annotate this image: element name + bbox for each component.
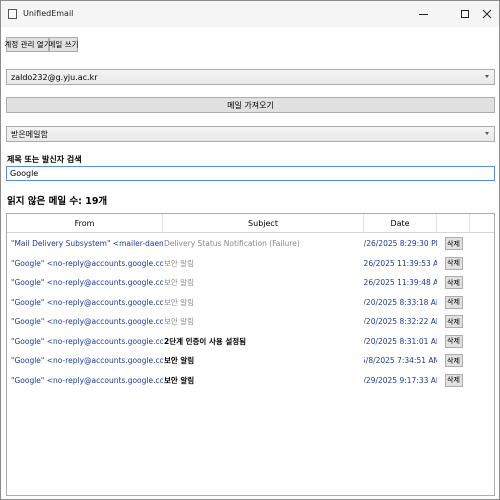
search-label: 제목 또는 발신자 검색 <box>7 155 82 164</box>
delete-button[interactable]: 삭제 <box>444 334 463 348</box>
mail-from: "Google" <no-reply@accounts.google.com> <box>11 356 163 366</box>
column-header-date[interactable]: Date <box>364 214 437 233</box>
title-bar: UnifiedEmail <box>1 1 499 27</box>
mail-action-cell: 삭제 <box>437 254 470 274</box>
fetch-mail-button[interactable]: 메일 가져오기 <box>6 97 495 113</box>
table-row[interactable]: "Google" <no-reply@accounts.google.com> 보… <box>7 351 494 371</box>
table-row[interactable]: "Google" <no-reply@accounts.google.com> 보… <box>7 254 494 274</box>
account-select-value: zaldo232@g.yju.ac.kr <box>11 72 98 82</box>
mail-action-cell: 삭제 <box>437 312 470 332</box>
mail-subject: 보안 알림 <box>164 356 195 366</box>
mail-from: "Google" <no-reply@accounts.google.com> <box>11 278 163 288</box>
open-account-manager-button[interactable]: 계정 관리 열기 <box>4 37 51 52</box>
table-row[interactable]: "Google" <no-reply@accounts.google.com> 보… <box>7 273 494 293</box>
table-row[interactable]: "Google" <no-reply@accounts.google.com> 보… <box>7 312 494 332</box>
compose-mail-button[interactable]: 메일 쓰기 <box>49 37 79 52</box>
mail-date: 5/8/2025 7:34:51 AM <box>364 356 437 366</box>
mail-rows: "Mail Delivery Subsystem" <mailer-daemon… <box>7 234 494 390</box>
table-row[interactable]: "Google" <no-reply@accounts.google.com> 보… <box>7 293 494 313</box>
column-header-filler <box>470 214 494 233</box>
folder-select-value: 받은메일함 <box>11 129 48 139</box>
mail-table: From Subject Date "Mail Delivery Subsyst… <box>6 213 495 496</box>
delete-button[interactable]: 삭제 <box>444 256 463 270</box>
unread-count: 읽지 않은 메일 수: 19개 <box>7 196 108 207</box>
mail-from: "Google" <no-reply@accounts.google.com> <box>11 297 163 307</box>
mail-date: 5/20/2025 8:32:22 AM <box>364 317 437 327</box>
delete-button[interactable]: 삭제 <box>444 237 463 251</box>
delete-button[interactable]: 삭제 <box>444 373 463 387</box>
mail-action-cell: 삭제 <box>437 351 470 371</box>
close-button[interactable] <box>472 1 500 27</box>
mail-action-cell: 삭제 <box>437 332 470 352</box>
column-header-subject[interactable]: Subject <box>163 214 364 233</box>
mail-action-cell: 삭제 <box>437 234 470 254</box>
chevron-down-icon <box>485 75 489 78</box>
mail-action-cell: 삭제 <box>437 293 470 313</box>
delete-button[interactable]: 삭제 <box>444 276 463 290</box>
mail-subject: Delivery Status Notification (Failure) <box>164 239 300 249</box>
app-icon <box>8 9 17 19</box>
mail-subject: 보안 알림 <box>164 278 194 288</box>
mail-date: 5/26/2025 11:39:48 AM <box>364 278 437 288</box>
minimize-button[interactable] <box>408 1 438 27</box>
mail-action-cell: 삭제 <box>437 371 470 391</box>
mail-subject: 보안 알림 <box>164 258 194 268</box>
table-row[interactable]: "Mail Delivery Subsystem" <mailer-daemon… <box>7 234 494 254</box>
search-input[interactable]: Google <box>6 166 495 181</box>
mail-from: "Google" <no-reply@accounts.google.com> <box>11 258 163 268</box>
mail-subject: 보안 알림 <box>164 375 195 385</box>
account-select[interactable]: zaldo232@g.yju.ac.kr <box>6 69 495 85</box>
table-header: From Subject Date <box>7 214 494 233</box>
mail-subject: 보안 알림 <box>164 297 194 307</box>
mail-date: 5/20/2025 8:33:18 AM <box>364 297 437 307</box>
close-icon <box>482 9 492 19</box>
mail-from: "Mail Delivery Subsystem" <mailer-daemon… <box>11 239 163 249</box>
mail-date: 5/20/2025 8:31:01 AM <box>364 336 437 346</box>
table-row[interactable]: "Google" <no-reply@accounts.google.com> 보… <box>7 371 494 391</box>
mail-from: "Google" <no-reply@accounts.google.com> <box>11 317 163 327</box>
mail-action-cell: 삭제 <box>437 273 470 293</box>
column-header-from[interactable]: From <box>7 214 163 233</box>
window-title: UnifiedEmail <box>23 9 74 18</box>
table-row[interactable]: "Google" <no-reply@accounts.google.com> 2… <box>7 332 494 352</box>
folder-select[interactable]: 받은메일함 <box>6 126 495 142</box>
mail-date: 5/26/2025 11:39:53 AM <box>364 258 437 268</box>
mail-subject: 2단계 인증이 사용 설정됨 <box>164 336 247 346</box>
delete-button[interactable]: 삭제 <box>444 354 463 368</box>
mail-date: 5/26/2025 8:29:30 PM <box>364 239 437 249</box>
mail-from: "Google" <no-reply@accounts.google.com> <box>11 375 163 385</box>
delete-button[interactable]: 삭제 <box>444 295 463 309</box>
mail-from: "Google" <no-reply@accounts.google.com> <box>11 336 163 346</box>
app-window: UnifiedEmail 계정 관리 열기 메일 쓰기 zaldo232@g.y… <box>0 0 500 500</box>
mail-subject: 보안 알림 <box>164 317 194 327</box>
minimize-icon <box>418 13 428 15</box>
maximize-icon <box>461 10 469 18</box>
mail-date: 3/29/2025 9:17:33 AM <box>364 375 437 385</box>
column-header-action <box>437 214 470 233</box>
delete-button[interactable]: 삭제 <box>444 315 463 329</box>
chevron-down-icon <box>485 132 489 135</box>
